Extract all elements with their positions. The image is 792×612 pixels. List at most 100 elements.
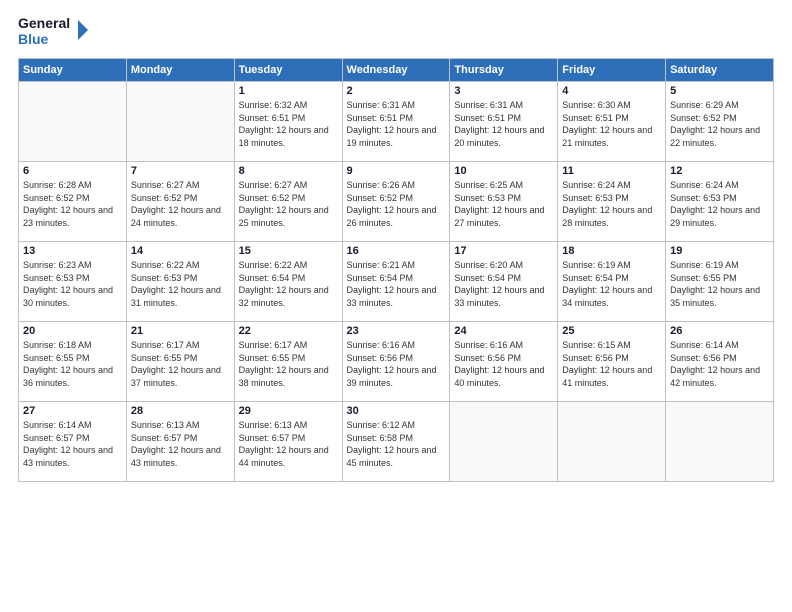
day-number: 20 bbox=[23, 325, 122, 337]
day-info-line: Daylight: 12 hours and 38 minutes. bbox=[239, 364, 338, 389]
day-info-line: Sunset: 6:55 PM bbox=[23, 352, 122, 365]
calendar-cell: 10Sunrise: 6:25 AMSunset: 6:53 PMDayligh… bbox=[450, 162, 558, 242]
day-info-line: Sunset: 6:52 PM bbox=[23, 192, 122, 205]
day-info-line: Sunset: 6:53 PM bbox=[454, 192, 553, 205]
calendar-cell: 20 Sunrise: 6:18 AMSunset: 6:55 PMDayligh… bbox=[19, 322, 127, 402]
day-info-line: Sunrise: 6:16 AM bbox=[347, 339, 446, 352]
day-header-saturday: Saturday bbox=[666, 59, 774, 82]
day-number: 2 bbox=[347, 85, 446, 97]
calendar-cell: 2Sunrise: 6:31 AMSunset: 6:51 PMDaylight… bbox=[342, 82, 450, 162]
day-info-line: Sunrise: 6:30 AM bbox=[562, 99, 661, 112]
calendar-cell: 8Sunrise: 6:27 AMSunset: 6:52 PMDaylight… bbox=[234, 162, 342, 242]
calendar-cell bbox=[666, 402, 774, 482]
calendar-cell: 21Sunrise: 6:17 AMSunset: 6:55 PMDayligh… bbox=[126, 322, 234, 402]
calendar-cell: 4Sunrise: 6:30 AMSunset: 6:51 PMDaylight… bbox=[558, 82, 666, 162]
day-info-line: Daylight: 12 hours and 33 minutes. bbox=[347, 284, 446, 309]
calendar-cell: 22 Sunrise: 6:17 AMSunset: 6:55 PMDayligh… bbox=[234, 322, 342, 402]
day-info-line: Sunset: 6:53 PM bbox=[670, 192, 769, 205]
day-info-line: Sunset: 6:55 PM bbox=[239, 352, 338, 365]
logo: General Blue bbox=[18, 10, 88, 50]
day-info-line: Sunset: 6:55 PM bbox=[670, 272, 769, 285]
day-info-line: Sunrise: 6:22 AM bbox=[131, 259, 230, 272]
day-info-line: Sunrise: 6:24 AM bbox=[562, 179, 661, 192]
day-info-line: Daylight: 12 hours and 43 minutes. bbox=[23, 444, 122, 469]
day-info-line: Daylight: 12 hours and 36 minutes. bbox=[23, 364, 122, 389]
calendar-cell bbox=[126, 82, 234, 162]
day-info-line: Sunset: 6:54 PM bbox=[562, 272, 661, 285]
calendar-cell: 17Sunrise: 6:20 AMSunset: 6:54 PMDayligh… bbox=[450, 242, 558, 322]
day-info-line: Sunrise: 6:17 AM bbox=[239, 339, 338, 352]
day-number: 12 bbox=[670, 165, 769, 177]
day-info-line: Daylight: 12 hours and 22 minutes. bbox=[670, 124, 769, 149]
day-info-line: Sunrise: 6:27 AM bbox=[239, 179, 338, 192]
day-info-line: Daylight: 12 hours and 33 minutes. bbox=[454, 284, 553, 309]
day-info-line: Sunset: 6:55 PM bbox=[131, 352, 230, 365]
logo-svg: General Blue bbox=[18, 10, 88, 50]
day-header-wednesday: Wednesday bbox=[342, 59, 450, 82]
day-info-line: Daylight: 12 hours and 43 minutes. bbox=[131, 444, 230, 469]
day-info-line: Sunset: 6:51 PM bbox=[454, 112, 553, 125]
day-info-line: Sunrise: 6:24 AM bbox=[670, 179, 769, 192]
calendar-cell bbox=[19, 82, 127, 162]
day-number: 13 bbox=[23, 245, 122, 257]
day-info-line: Daylight: 12 hours and 40 minutes. bbox=[454, 364, 553, 389]
day-info-line: Sunrise: 6:19 AM bbox=[562, 259, 661, 272]
day-info-line: Sunset: 6:51 PM bbox=[239, 112, 338, 125]
day-info-line: Daylight: 12 hours and 20 minutes. bbox=[454, 124, 553, 149]
day-info-line: Sunrise: 6:18 AM bbox=[23, 339, 122, 352]
day-number: 23 bbox=[347, 325, 446, 337]
day-info-line: Daylight: 12 hours and 44 minutes. bbox=[239, 444, 338, 469]
day-number: 21 bbox=[131, 325, 230, 337]
day-info-line: Sunrise: 6:16 AM bbox=[454, 339, 553, 352]
day-number: 28 bbox=[131, 405, 230, 417]
week-row-4: 20Sunrise: 6:18 AMSunset: 6:55 PMDayligh… bbox=[19, 322, 774, 402]
calendar-cell: 29Sunrise: 6:13 AMSunset: 6:57 PMDayligh… bbox=[234, 402, 342, 482]
day-number: 5 bbox=[670, 85, 769, 97]
day-info-line: Sunset: 6:52 PM bbox=[670, 112, 769, 125]
calendar-cell: 19Sunrise: 6:19 AMSunset: 6:55 PMDayligh… bbox=[666, 242, 774, 322]
calendar-cell: 13Sunrise: 6:23 AMSunset: 6:53 PMDayligh… bbox=[19, 242, 127, 322]
day-number: 11 bbox=[562, 165, 661, 177]
day-info-line: Sunset: 6:56 PM bbox=[454, 352, 553, 365]
calendar-cell: 9Sunrise: 6:26 AMSunset: 6:52 PMDaylight… bbox=[342, 162, 450, 242]
calendar-body: 1Sunrise: 6:32 AMSunset: 6:51 PMDaylight… bbox=[19, 82, 774, 482]
day-info-line: Daylight: 12 hours and 29 minutes. bbox=[670, 204, 769, 229]
calendar-cell: 16Sunrise: 6:21 AMSunset: 6:54 PMDayligh… bbox=[342, 242, 450, 322]
day-info-line: Sunrise: 6:28 AM bbox=[23, 179, 122, 192]
day-number: 18 bbox=[562, 245, 661, 257]
day-header-tuesday: Tuesday bbox=[234, 59, 342, 82]
day-info-line: Sunset: 6:52 PM bbox=[131, 192, 230, 205]
day-number: 9 bbox=[347, 165, 446, 177]
day-number: 16 bbox=[347, 245, 446, 257]
day-info-line: Sunset: 6:56 PM bbox=[347, 352, 446, 365]
calendar-cell: 5Sunrise: 6:29 AMSunset: 6:52 PMDaylight… bbox=[666, 82, 774, 162]
calendar-table: SundayMondayTuesdayWednesdayThursdayFrid… bbox=[18, 58, 774, 482]
calendar-cell: 28Sunrise: 6:13 AMSunset: 6:57 PMDayligh… bbox=[126, 402, 234, 482]
week-row-2: 6Sunrise: 6:28 AMSunset: 6:52 PMDaylight… bbox=[19, 162, 774, 242]
day-info-line: Sunset: 6:53 PM bbox=[23, 272, 122, 285]
day-info-line: Daylight: 12 hours and 28 minutes. bbox=[562, 204, 661, 229]
day-number: 29 bbox=[239, 405, 338, 417]
calendar-cell: 15Sunrise: 6:22 AMSunset: 6:54 PMDayligh… bbox=[234, 242, 342, 322]
day-info-line: Daylight: 12 hours and 37 minutes. bbox=[131, 364, 230, 389]
day-info-line: Daylight: 12 hours and 31 minutes. bbox=[131, 284, 230, 309]
day-info-line: Daylight: 12 hours and 32 minutes. bbox=[239, 284, 338, 309]
day-header-monday: Monday bbox=[126, 59, 234, 82]
day-info-line: Daylight: 12 hours and 26 minutes. bbox=[347, 204, 446, 229]
day-info-line: Daylight: 12 hours and 25 minutes. bbox=[239, 204, 338, 229]
day-info-line: Sunset: 6:57 PM bbox=[23, 432, 122, 445]
day-info-line: Sunrise: 6:15 AM bbox=[562, 339, 661, 352]
day-number: 7 bbox=[131, 165, 230, 177]
day-info-line: Sunrise: 6:26 AM bbox=[347, 179, 446, 192]
week-row-3: 13Sunrise: 6:23 AMSunset: 6:53 PMDayligh… bbox=[19, 242, 774, 322]
day-info-line: Sunset: 6:53 PM bbox=[131, 272, 230, 285]
day-info-line: Daylight: 12 hours and 45 minutes. bbox=[347, 444, 446, 469]
calendar-cell: 1Sunrise: 6:32 AMSunset: 6:51 PMDaylight… bbox=[234, 82, 342, 162]
calendar-cell: 3Sunrise: 6:31 AMSunset: 6:51 PMDaylight… bbox=[450, 82, 558, 162]
calendar-cell bbox=[558, 402, 666, 482]
day-info-line: Daylight: 12 hours and 23 minutes. bbox=[23, 204, 122, 229]
day-number: 22 bbox=[239, 325, 338, 337]
day-number: 24 bbox=[454, 325, 553, 337]
week-row-5: 27Sunrise: 6:14 AMSunset: 6:57 PMDayligh… bbox=[19, 402, 774, 482]
day-number: 10 bbox=[454, 165, 553, 177]
